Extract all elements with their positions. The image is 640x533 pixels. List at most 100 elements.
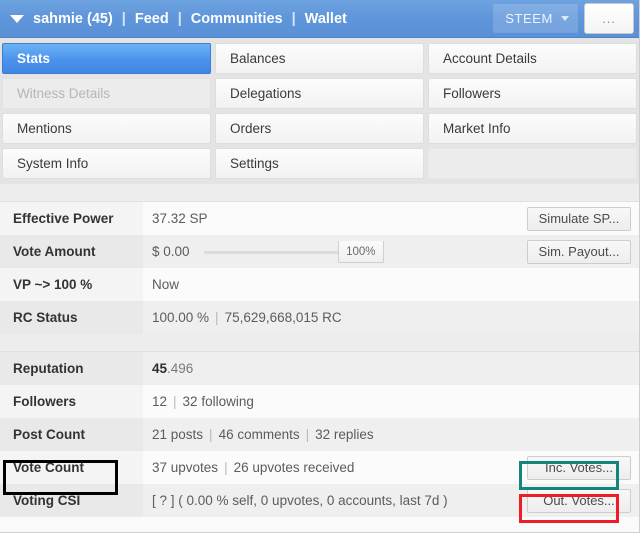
sim-payout-button[interactable]: Sim. Payout... (527, 239, 631, 264)
rc-amount: 75,629,668,015 RC (224, 310, 342, 325)
simulate-sp-button[interactable]: Simulate SP... (527, 206, 631, 231)
tab-stats[interactable]: Stats (2, 43, 211, 74)
caret-down-icon[interactable] (10, 14, 24, 23)
vote-weight-slider[interactable]: 100% (203, 240, 384, 263)
row-label-vote-amount: Vote Amount (0, 235, 143, 268)
row-value-voting-csi: [ ? ] ( 0.00 % self, 0 upvotes, 0 accoun… (152, 493, 448, 508)
chain-selector[interactable]: STEEM (493, 4, 578, 33)
row-value-reputation: 45 .496 (143, 361, 639, 376)
row-label-post-count: Post Count (0, 418, 143, 451)
post-count-separator-1: | (209, 427, 213, 442)
followers-separator: | (173, 394, 177, 409)
tab-orders[interactable]: Orders (215, 113, 424, 144)
tab-orders-label: Orders (230, 121, 272, 136)
post-count-comments: 46 comments (218, 427, 300, 442)
row-value-vote-count: 37 upvotes | 26 upvotes received (143, 460, 527, 475)
tab-settings[interactable]: Settings (215, 148, 424, 179)
tab-followers[interactable]: Followers (428, 78, 637, 109)
nav-item-communities[interactable]: Communities (191, 11, 283, 27)
tab-grid: Stats Balances Account Details Witness D… (0, 38, 639, 184)
row-value-vp-recharge: Now (152, 277, 180, 292)
row-label-vote-count: Vote Count (0, 451, 143, 484)
slider-handle[interactable]: 100% (338, 240, 384, 263)
row-actions-voting-csi: Out. Votes... (527, 488, 639, 513)
table-top-spacer (0, 184, 639, 202)
stats-table: Effective Power 37.32 SP Simulate SP... … (0, 184, 639, 517)
post-count-replies: 32 replies (315, 427, 374, 442)
out-votes-button[interactable]: Out. Votes... (527, 488, 631, 513)
tab-settings-label: Settings (230, 156, 279, 171)
table-row-effective-power: Effective Power 37.32 SP Simulate SP... (0, 202, 639, 235)
tab-account-details[interactable]: Account Details (428, 43, 637, 74)
row-value-effective-power: 37.32 SP (152, 211, 208, 226)
tab-balances[interactable]: Balances (215, 43, 424, 74)
app-window: @sahmie sahmie (45) | Feed | Communities… (0, 0, 640, 533)
top-navigation-bar: sahmie (45) | Feed | Communities | Walle… (0, 0, 639, 38)
more-options-button[interactable]: ... (584, 3, 634, 34)
tab-mentions-label: Mentions (17, 121, 72, 136)
nav-separator-3: | (291, 10, 296, 27)
tab-stats-label: Stats (17, 51, 51, 66)
following-count: 32 following (182, 394, 254, 409)
nav-item-feed[interactable]: Feed (135, 11, 169, 27)
nav-username[interactable]: sahmie (45) (33, 11, 113, 27)
row-value-followers: 12 | 32 following (143, 394, 639, 409)
top-nav-links: sahmie (45) | Feed | Communities | Walle… (0, 11, 493, 27)
tab-system-info-label: System Info (17, 156, 89, 171)
sim-payout-label: Sim. Payout... (538, 244, 620, 259)
chevron-down-icon (561, 16, 569, 21)
row-label-reputation: Reputation (0, 352, 143, 385)
vote-amount-value: $ 0.00 (152, 244, 190, 259)
row-actions-vote-count: Inc. Votes... (527, 455, 639, 480)
table-row-voting-csi: Voting CSI [ ? ] ( 0.00 % self, 0 upvote… (0, 484, 639, 517)
row-actions-vote-amount: Sim. Payout... (527, 239, 639, 264)
tab-balances-label: Balances (230, 51, 286, 66)
simulate-sp-label: Simulate SP... (538, 211, 620, 226)
reputation-integer: 45 (152, 361, 168, 376)
nav-item-wallet[interactable]: Wallet (305, 11, 347, 27)
row-label-vp-recharge: VP ~> 100 % (0, 268, 143, 301)
tab-witness-details: Witness Details (2, 78, 211, 109)
rc-separator: | (215, 310, 219, 325)
tab-followers-label: Followers (443, 86, 501, 101)
table-row-vote-count: Vote Count 37 upvotes | 26 upvotes recei… (0, 451, 639, 484)
tab-mentions[interactable]: Mentions (2, 113, 211, 144)
row-label-effective-power: Effective Power (0, 202, 143, 235)
row-value-rc-status: 100.00 % | 75,629,668,015 RC (143, 310, 639, 325)
row-label-rc-status: RC Status (0, 301, 143, 334)
inc-votes-button[interactable]: Inc. Votes... (527, 455, 631, 480)
table-row-followers: Followers 12 | 32 following (0, 385, 639, 418)
row-label-followers: Followers (0, 385, 143, 418)
nav-separator-1: | (121, 10, 126, 27)
rc-percent: 100.00 % (152, 310, 210, 325)
row-actions-effective-power: Simulate SP... (527, 206, 639, 231)
tab-market-info[interactable]: Market Info (428, 113, 637, 144)
row-value-post-count: 21 posts | 46 comments | 32 replies (143, 427, 639, 442)
slider-value-label: 100% (346, 245, 376, 258)
row-label-voting-csi: Voting CSI (0, 484, 143, 517)
followers-count: 12 (152, 394, 168, 409)
chain-selector-label: STEEM (505, 11, 553, 26)
vote-count-given: 37 upvotes (152, 460, 219, 475)
inc-votes-label: Inc. Votes... (545, 460, 613, 475)
table-row-post-count: Post Count 21 posts | 46 comments | 32 r… (0, 418, 639, 451)
table-row-rc-status: RC Status 100.00 % | 75,629,668,015 RC (0, 301, 639, 334)
table-row-reputation: Reputation 45 .496 (0, 352, 639, 385)
table-mid-spacer (0, 334, 639, 352)
vote-count-received: 26 upvotes received (233, 460, 355, 475)
top-nav-right-controls: STEEM ... (493, 0, 639, 37)
post-count-posts: 21 posts (152, 427, 204, 442)
tab-system-info[interactable]: System Info (2, 148, 211, 179)
table-row-vote-amount: Vote Amount $ 0.00 100% Sim. Payout... (0, 235, 639, 268)
nav-separator-2: | (177, 10, 182, 27)
row-value-vote-amount: $ 0.00 100% (143, 240, 527, 263)
tab-delegations-label: Delegations (230, 86, 302, 101)
table-row-vp-recharge: VP ~> 100 % Now (0, 268, 639, 301)
tab-placeholder-empty (428, 148, 637, 179)
reputation-decimal: .496 (167, 361, 194, 376)
tab-market-info-label: Market Info (443, 121, 511, 136)
tab-delegations[interactable]: Delegations (215, 78, 424, 109)
out-votes-label: Out. Votes... (543, 493, 615, 508)
more-options-label: ... (602, 11, 616, 26)
tab-witness-details-label: Witness Details (17, 86, 111, 101)
